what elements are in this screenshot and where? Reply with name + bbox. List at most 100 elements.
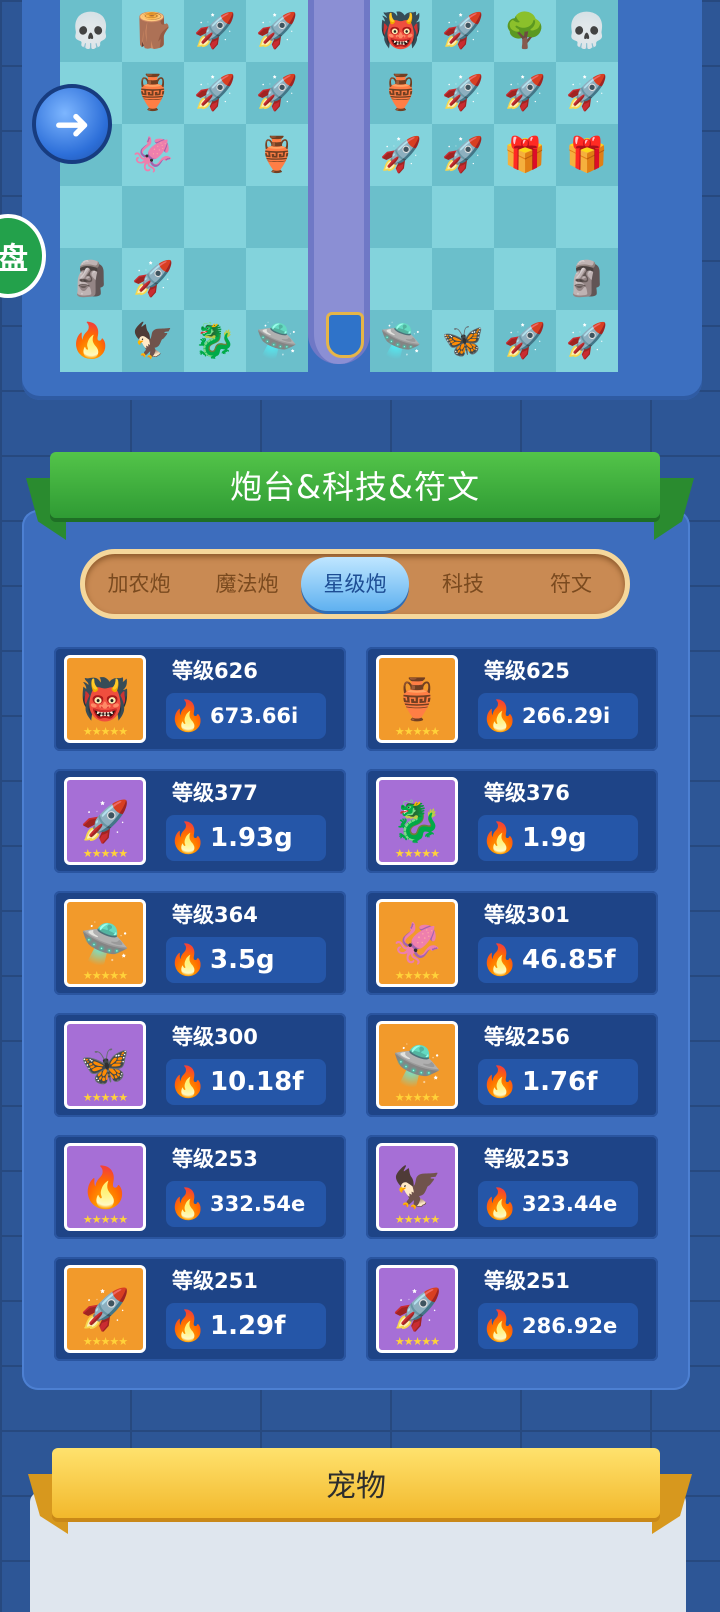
board-unit-icon: 🪵: [131, 11, 175, 51]
board-cell[interactable]: [432, 186, 494, 248]
board-cell[interactable]: 🦑: [122, 124, 184, 186]
board-cell[interactable]: 👹: [370, 0, 432, 62]
power-box: 🔥 1.76f: [478, 1059, 638, 1105]
tab-tech[interactable]: 科技: [409, 557, 517, 611]
turret-level: 等级300: [172, 1025, 258, 1049]
board-cell[interactable]: 🚀: [184, 62, 246, 124]
turret-card[interactable]: 🦅 ★★★★★ 等级253 🔥 323.44e: [366, 1135, 658, 1239]
flame-icon: 🔥: [481, 1064, 519, 1100]
board-unit-icon: 🚀: [255, 73, 299, 113]
board-cell[interactable]: 🏺: [122, 62, 184, 124]
turret-card[interactable]: 🛸 ★★★★★ 等级256 🔥 1.76f: [366, 1013, 658, 1117]
board-unit-icon: 🎁: [565, 135, 609, 175]
tab-cannon[interactable]: 加农炮: [85, 557, 193, 611]
board-cell[interactable]: 🔥: [60, 310, 122, 372]
section-title-ribbon: 炮台&科技&符文: [50, 452, 660, 518]
tab-star[interactable]: 星级炮: [301, 557, 409, 611]
power-box: 🔥 1.93g: [166, 815, 326, 861]
board-cell[interactable]: 💀: [60, 0, 122, 62]
back-button[interactable]: ➜: [32, 84, 112, 164]
board-cell[interactable]: 🎁: [494, 124, 556, 186]
board-cell[interactable]: 🗿: [60, 248, 122, 310]
turret-level: 等级625: [484, 659, 570, 683]
board-unit-icon: 🐉: [193, 321, 237, 361]
board-cell[interactable]: [184, 124, 246, 186]
turret-thumbnail: 🦑 ★★★★★: [376, 899, 458, 987]
board-unit-icon: 🚀: [441, 135, 485, 175]
board-cell[interactable]: 🚀: [184, 0, 246, 62]
board-cell[interactable]: [494, 248, 556, 310]
board-unit-icon: 🚀: [503, 73, 547, 113]
board-right-half: 👹 🚀 🌳 💀 🏺 🚀 🚀 🚀 🚀 🚀 🎁 🎁 🗿 🛸 🦋 🚀 🚀: [370, 0, 618, 372]
turret-card[interactable]: 🦋 ★★★★★ 等级300 🔥 10.18f: [54, 1013, 346, 1117]
board-cell[interactable]: 🚀: [556, 62, 618, 124]
board-unit-icon: 🚀: [441, 73, 485, 113]
board-cell[interactable]: 🎁: [556, 124, 618, 186]
board-cell[interactable]: 🏺: [246, 124, 308, 186]
board-cell[interactable]: 🚀: [122, 248, 184, 310]
board-cell[interactable]: [184, 186, 246, 248]
board-cell[interactable]: 🛸: [246, 310, 308, 372]
flame-icon: 🔥: [481, 820, 519, 856]
board-cell[interactable]: [432, 248, 494, 310]
pet-title: 宠物: [326, 1469, 386, 1504]
board-cell[interactable]: 🚀: [494, 62, 556, 124]
turret-thumbnail: 🦅 ★★★★★: [376, 1143, 458, 1231]
turret-icon: 🐉: [392, 798, 442, 845]
power-box: 🔥 1.9g: [478, 815, 638, 861]
board-cell[interactable]: 🪵: [122, 0, 184, 62]
turret-card[interactable]: 🛸 ★★★★★ 等级364 🔥 3.5g: [54, 891, 346, 995]
board-cell[interactable]: 🏺: [370, 62, 432, 124]
board-cell[interactable]: [246, 186, 308, 248]
power-value: 332.54e: [210, 1192, 306, 1216]
turret-card[interactable]: 🔥 ★★★★★ 等级253 🔥 332.54e: [54, 1135, 346, 1239]
board-cell[interactable]: [184, 248, 246, 310]
board-unit-icon: 💀: [69, 11, 113, 51]
board-cell[interactable]: 🦋: [432, 310, 494, 372]
turret-card[interactable]: 🚀 ★★★★★ 等级251 🔥 1.29f: [54, 1257, 346, 1361]
star-rating: ★★★★★: [394, 1335, 440, 1348]
board-cell[interactable]: 🚀: [246, 62, 308, 124]
board-cell[interactable]: 🗿: [556, 248, 618, 310]
board-cell[interactable]: 🚀: [432, 62, 494, 124]
board-cell[interactable]: 🦅: [122, 310, 184, 372]
tab-magic[interactable]: 魔法炮: [193, 557, 301, 611]
pet-title-ribbon: 宠物: [52, 1448, 660, 1518]
turret-card[interactable]: 👹 ★★★★★ 等级626 🔥 673.66i: [54, 647, 346, 751]
board-cell[interactable]: [370, 248, 432, 310]
board-cell[interactable]: [246, 248, 308, 310]
board-cell[interactable]: 🛸: [370, 310, 432, 372]
board-unit-icon: 🚀: [193, 73, 237, 113]
board-cell[interactable]: [122, 186, 184, 248]
turret-card[interactable]: 🦑 ★★★★★ 等级301 🔥 46.85f: [366, 891, 658, 995]
power-value: 10.18f: [210, 1067, 304, 1097]
turret-card[interactable]: 🏺 ★★★★★ 等级625 🔥 266.29i: [366, 647, 658, 751]
board-cell[interactable]: 🚀: [370, 124, 432, 186]
star-rating: ★★★★★: [394, 847, 440, 860]
turret-card[interactable]: 🚀 ★★★★★ 等级377 🔥 1.93g: [54, 769, 346, 873]
board-cell[interactable]: 🚀: [246, 0, 308, 62]
turret-level: 等级301: [484, 903, 570, 927]
board-cell[interactable]: 💀: [556, 0, 618, 62]
turret-card[interactable]: 🚀 ★★★★★ 等级251 🔥 286.92e: [366, 1257, 658, 1361]
board-cell[interactable]: 🌳: [494, 0, 556, 62]
board-unit-icon: 🚀: [379, 135, 423, 175]
board-cell[interactable]: 🚀: [556, 310, 618, 372]
board-unit-icon: 🏺: [131, 73, 175, 113]
star-rating: ★★★★★: [394, 1091, 440, 1104]
board-cell[interactable]: [494, 186, 556, 248]
power-box: 🔥 332.54e: [166, 1181, 326, 1227]
board-center-lane: [308, 0, 370, 364]
turret-thumbnail: 🐉 ★★★★★: [376, 777, 458, 865]
board-cell[interactable]: [370, 186, 432, 248]
board-cell[interactable]: 🐉: [184, 310, 246, 372]
board-cell[interactable]: [60, 186, 122, 248]
board-cell[interactable]: 🚀: [494, 310, 556, 372]
tab-rune[interactable]: 符文: [517, 557, 625, 611]
turret-card[interactable]: 🐉 ★★★★★ 等级376 🔥 1.9g: [366, 769, 658, 873]
board-cell[interactable]: [556, 186, 618, 248]
turret-level: 等级251: [172, 1269, 258, 1293]
board-cell[interactable]: 🚀: [432, 0, 494, 62]
side-menu-label: 盘: [0, 242, 28, 277]
board-cell[interactable]: 🚀: [432, 124, 494, 186]
